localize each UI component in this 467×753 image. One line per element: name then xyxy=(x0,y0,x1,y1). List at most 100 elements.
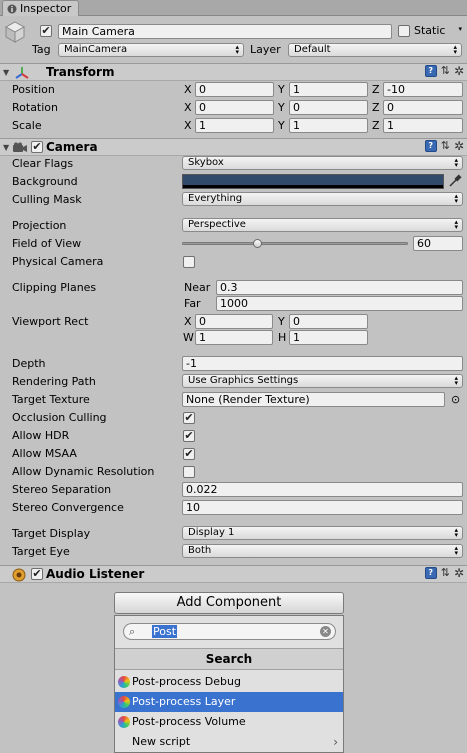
near-field[interactable]: 0.3 xyxy=(216,280,463,295)
depth-field[interactable]: -1 xyxy=(182,356,463,371)
depth-label: Depth xyxy=(12,357,46,370)
camera-header[interactable]: ▼ ✔ Camera ? ⇅ ✲ xyxy=(0,138,467,156)
gear-icon[interactable]: ✲ xyxy=(454,65,464,77)
vp-y-field[interactable]: 0 xyxy=(289,314,368,329)
clear-flags-label: Clear Flags xyxy=(12,157,74,170)
transform-z-field[interactable]: 0 xyxy=(383,100,463,115)
target-display-dropdown[interactable]: Display 1 ▴ ▾ xyxy=(182,526,463,540)
allow-hdr-checkbox[interactable]: ✔ xyxy=(183,430,195,442)
vp-x-field[interactable]: 0 xyxy=(195,314,273,329)
fov-slider-knob[interactable] xyxy=(252,239,262,248)
background-color-field[interactable] xyxy=(182,174,444,189)
gameobject-name-field[interactable]: Main Camera xyxy=(58,24,392,39)
rendering-path-dropdown[interactable]: Use Graphics Settings ▴ ▾ xyxy=(182,374,463,388)
camera-enabled-checkbox[interactable]: ✔ xyxy=(31,141,43,153)
target-display-label: Target Display xyxy=(12,527,91,540)
clear-flags-dropdown[interactable]: Skybox ▴ ▾ xyxy=(182,156,463,170)
projection-dropdown[interactable]: Perspective ▴ ▾ xyxy=(182,218,463,232)
help-icon[interactable]: ? xyxy=(424,65,437,77)
search-text: Post xyxy=(152,625,178,638)
tag-label: Tag xyxy=(32,43,51,56)
fov-field[interactable]: 60 xyxy=(413,236,463,251)
search-icon: ⌕ xyxy=(129,625,136,638)
projection-label: Projection xyxy=(12,219,67,232)
stereo-convergence-field[interactable]: 10 xyxy=(182,500,463,515)
audio-listener-enabled-checkbox[interactable]: ✔ xyxy=(31,568,43,580)
clear-search-icon[interactable]: ✕ xyxy=(320,626,331,637)
color-swatch xyxy=(183,175,443,185)
occlusion-culling-checkbox[interactable]: ✔ xyxy=(183,412,195,424)
culling-mask-dropdown[interactable]: Everything ▴ ▾ xyxy=(182,192,463,206)
preset-sliders-icon[interactable]: ⇅ xyxy=(441,65,450,77)
static-checkbox[interactable] xyxy=(398,25,410,37)
transform-y-field[interactable]: 1 xyxy=(289,82,368,97)
stereo-separation-field[interactable]: 0.022 xyxy=(182,482,463,497)
search-results-title: Search xyxy=(115,648,343,670)
audio-listener-header[interactable]: ✔ Audio Listener ? ⇅ ✲ xyxy=(0,565,467,583)
transform-z-field[interactable]: 1 xyxy=(383,118,463,133)
component-search-input[interactable]: ⌕ Post ✕ xyxy=(123,623,336,640)
allow-dynamic-resolution-checkbox[interactable] xyxy=(183,466,195,478)
fov-slider-track[interactable] xyxy=(182,242,408,245)
popup-arrow-icon: ▴ ▾ xyxy=(454,156,458,169)
physical-camera-checkbox[interactable] xyxy=(183,256,195,268)
add-component-dropdown: ⌕ Post ✕ Search Post-process Debug Post-… xyxy=(114,615,344,753)
vp-h-field[interactable]: 1 xyxy=(289,330,368,345)
foldout-arrow-icon[interactable]: ▼ xyxy=(3,68,9,77)
far-field[interactable]: 1000 xyxy=(216,296,463,311)
fov-label: Field of View xyxy=(12,237,82,250)
preset-sliders-icon[interactable]: ⇅ xyxy=(441,567,450,579)
popup-arrow-icon: ▴ ▾ xyxy=(454,544,458,557)
gear-icon[interactable]: ✲ xyxy=(454,140,464,152)
tab-bar: Inspector xyxy=(0,0,467,16)
culling-mask-value: Everything xyxy=(188,193,243,204)
transform-y-field[interactable]: 0 xyxy=(289,100,368,115)
transform-row-label: Rotation xyxy=(12,101,59,114)
transform-z-field[interactable]: -10 xyxy=(383,82,463,97)
post-process-icon xyxy=(118,676,130,688)
component-item-post-process-volume[interactable]: Post-process Volume xyxy=(115,712,343,732)
target-eye-label: Target Eye xyxy=(12,545,70,558)
help-icon[interactable]: ? xyxy=(424,140,437,152)
preset-sliders-icon[interactable]: ⇅ xyxy=(441,140,450,152)
popup-arrow-icon: ▴ ▾ xyxy=(454,374,458,387)
component-item-post-process-layer[interactable]: Post-process Layer xyxy=(115,692,343,712)
camera-icon xyxy=(13,142,27,152)
gameobject-cube-icon xyxy=(4,21,26,43)
popup-arrow-icon: ▴ ▾ xyxy=(454,218,458,231)
component-item-post-process-debug[interactable]: Post-process Debug xyxy=(115,672,343,692)
chevron-right-icon: › xyxy=(333,735,338,749)
axis-z-label: Z xyxy=(372,119,380,132)
transform-x-field[interactable]: 0 xyxy=(195,100,274,115)
target-texture-field[interactable]: None (Render Texture) xyxy=(182,392,445,407)
tag-dropdown[interactable]: MainCamera ▴ ▾ xyxy=(58,43,244,57)
static-dropdown-arrow[interactable]: ▾ xyxy=(450,24,464,38)
add-component-button[interactable]: Add Component xyxy=(114,592,344,614)
gameobject-active-checkbox[interactable]: ✔ xyxy=(40,25,52,37)
allow-msaa-checkbox[interactable]: ✔ xyxy=(183,448,195,460)
transform-x-field[interactable]: 0 xyxy=(195,82,274,97)
transform-y-field[interactable]: 1 xyxy=(289,118,368,133)
axis-z-label: Z xyxy=(372,83,380,96)
vp-h-label: H xyxy=(278,331,287,344)
eyedropper-icon[interactable] xyxy=(447,174,462,189)
popup-arrow-icon: ▴ ▾ xyxy=(453,43,457,56)
axis-y-label: Y xyxy=(278,119,285,132)
popup-arrow-icon: ▴ ▾ xyxy=(235,43,239,56)
target-eye-dropdown[interactable]: Both ▴ ▾ xyxy=(182,544,463,558)
vp-w-field[interactable]: 1 xyxy=(195,330,273,345)
help-icon[interactable]: ? xyxy=(424,567,437,579)
check-icon: ✔ xyxy=(184,411,194,424)
component-item-new-script[interactable]: New script › xyxy=(115,732,343,752)
physical-camera-label: Physical Camera xyxy=(12,255,104,268)
foldout-arrow-icon[interactable]: ▼ xyxy=(3,143,9,152)
transform-x-field[interactable]: 1 xyxy=(195,118,274,133)
transform-header[interactable]: ▼ Transform ? ⇅ ✲ xyxy=(0,63,467,81)
object-picker-icon[interactable]: ⊙ xyxy=(451,393,460,407)
tab-inspector[interactable]: Inspector xyxy=(2,0,79,16)
item-label: Post-process Layer xyxy=(132,695,236,708)
layer-dropdown[interactable]: Default ▴ ▾ xyxy=(288,43,462,57)
projection-value: Perspective xyxy=(188,219,246,230)
gear-icon[interactable]: ✲ xyxy=(454,567,464,579)
viewport-rect-label: Viewport Rect xyxy=(12,315,89,328)
